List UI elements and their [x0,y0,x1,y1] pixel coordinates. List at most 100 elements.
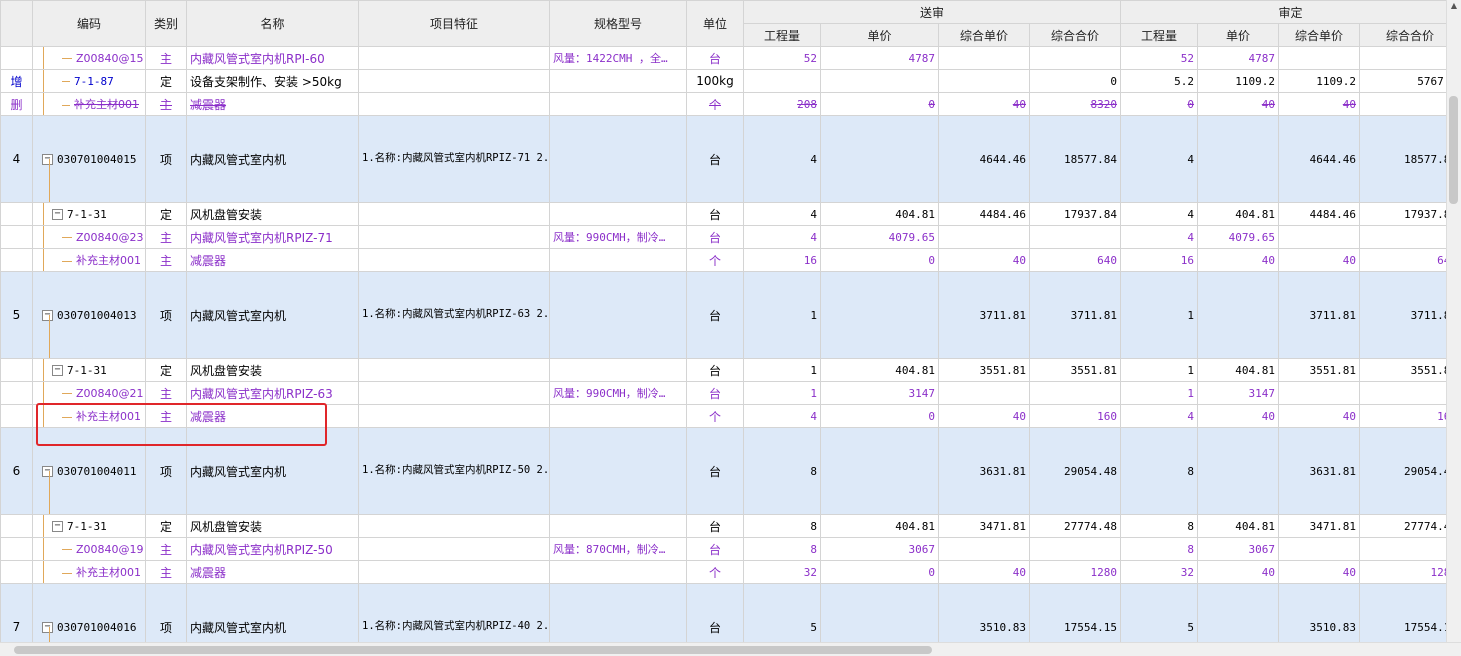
feature-cell[interactable] [358,225,550,249]
approved-price-cell[interactable]: 4787 [1197,46,1280,70]
name-cell[interactable]: 风机盘管安装 [186,202,359,226]
approved-sum-total-cell[interactable]: 1280 [1359,560,1447,584]
submitted-sum-total-cell[interactable]: 17554.15 [1028,583,1122,643]
submitted-qty-cell[interactable]: 208 [743,92,821,116]
unit-cell[interactable]: 个 [686,404,744,428]
submitted-unit-total-cell[interactable]: 3631.81 [938,427,1030,515]
code-cell[interactable]: 补充主材001 [32,92,146,116]
submitted-qty-cell[interactable]: 1 [743,381,821,405]
code-cell[interactable]: Z00840@21 [32,381,146,405]
type-cell[interactable]: 主 [145,560,187,584]
col-header-approved-qty[interactable]: 工程量 [1120,23,1199,47]
table-row[interactable]: 7−030701004016 项内藏风管式室内机 1.名称:内藏风管式室内机RPIZ… [0,583,1447,643]
approved-price-cell[interactable]: 3067 [1197,537,1280,561]
col-header-submitted-sum-total[interactable]: 综合合价 [1028,23,1122,47]
approved-price-cell[interactable]: 40 [1197,404,1280,428]
submitted-sum-total-cell[interactable]: 640 [1028,248,1122,272]
submitted-unit-total-cell[interactable] [938,381,1030,405]
collapse-toggle-icon[interactable]: − [52,209,63,220]
approved-sum-total-cell[interactable] [1359,92,1447,116]
submitted-qty-cell[interactable]: 4 [743,115,821,203]
collapse-toggle-icon[interactable]: − [52,365,63,376]
code-cell[interactable]: −030701004015 [32,115,146,203]
submitted-sum-total-cell[interactable]: 17937.84 [1028,202,1122,226]
approved-unit-total-cell[interactable] [1278,381,1361,405]
submitted-sum-total-cell[interactable] [1028,46,1122,70]
col-header-unit[interactable]: 单位 [686,0,744,47]
code-cell[interactable]: 补充主材001 [32,248,146,272]
row-number-cell[interactable]: 4 [0,115,33,203]
approved-price-cell[interactable]: 40 [1197,560,1280,584]
submitted-unit-total-cell[interactable] [938,537,1030,561]
approved-price-cell[interactable]: 4079.65 [1197,225,1280,249]
approved-qty-cell[interactable]: 1 [1120,271,1199,359]
code-cell[interactable]: −030701004016 [32,583,146,643]
spec-cell[interactable] [549,115,687,203]
approved-price-cell[interactable]: 3147 [1197,381,1280,405]
approved-sum-total-cell[interactable] [1359,225,1447,249]
unit-cell[interactable]: 台 [686,358,744,382]
table-row[interactable]: Z00840@19 主内藏风管式室内机RPIZ-50 风量：870CMH，制冷… 台 8… [0,537,1447,561]
type-cell[interactable]: 项 [145,583,187,643]
unit-cell[interactable]: 台 [686,46,744,70]
name-cell[interactable]: 内藏风管式室内机RPI-60 [186,46,359,70]
type-cell[interactable]: 主 [145,537,187,561]
submitted-price-cell[interactable]: 0 [820,92,939,116]
feature-cell[interactable] [358,202,550,226]
unit-cell[interactable]: 个 [686,92,744,116]
col-header-rowno[interactable] [0,0,33,47]
submitted-unit-total-cell[interactable] [938,46,1030,70]
type-cell[interactable]: 主 [145,92,187,116]
feature-cell[interactable]: 1.名称:内藏风管式室内机RPIZ-63 2.型号:RPIZ-63FSLN3Q/… [358,271,550,359]
unit-cell[interactable]: 个 [686,560,744,584]
spec-cell[interactable] [549,427,687,515]
approved-sum-total-cell[interactable]: 5767.8 [1359,69,1447,93]
spec-cell[interactable]: 风量：1422CMH ，全… [549,46,687,70]
row-number-cell[interactable]: 增 [0,69,33,93]
approved-qty-cell[interactable]: 52 [1120,46,1199,70]
approved-qty-cell[interactable]: 0 [1120,92,1199,116]
submitted-price-cell[interactable] [820,427,939,515]
col-header-submitted-qty[interactable]: 工程量 [743,23,821,47]
approved-qty-cell[interactable]: 5 [1120,583,1199,643]
approved-unit-total-cell[interactable]: 3711.81 [1278,271,1361,359]
table-row[interactable]: Z00840@23 主内藏风管式室内机RPIZ-71 风量：990CMH，制冷… 台 4… [0,225,1447,249]
row-number-cell[interactable] [0,404,33,428]
submitted-price-cell[interactable] [820,115,939,203]
submitted-price-cell[interactable]: 3147 [820,381,939,405]
submitted-qty-cell[interactable]: 8 [743,427,821,515]
name-cell[interactable]: 风机盘管安装 [186,514,359,538]
unit-cell[interactable]: 台 [686,271,744,359]
code-cell[interactable]: Z00840@23 [32,225,146,249]
submitted-sum-total-cell[interactable]: 8320 [1028,92,1122,116]
approved-qty-cell[interactable]: 8 [1120,427,1199,515]
approved-unit-total-cell[interactable]: 4484.46 [1278,202,1361,226]
submitted-unit-total-cell[interactable]: 3711.81 [938,271,1030,359]
submitted-qty-cell[interactable]: 4 [743,225,821,249]
submitted-unit-total-cell[interactable]: 40 [938,248,1030,272]
submitted-price-cell[interactable]: 0 [820,248,939,272]
submitted-qty-cell[interactable]: 8 [743,514,821,538]
submitted-unit-total-cell[interactable]: 40 [938,560,1030,584]
type-cell[interactable]: 项 [145,271,187,359]
name-cell[interactable]: 减震器 [186,404,359,428]
approved-qty-cell[interactable]: 4 [1120,404,1199,428]
spec-cell[interactable] [549,69,687,93]
col-header-spec[interactable]: 规格型号 [549,0,687,47]
col-header-submitted-price[interactable]: 单价 [820,23,939,47]
approved-sum-total-cell[interactable]: 29054.48 [1359,427,1447,515]
unit-cell[interactable]: 100kg [686,69,744,93]
submitted-price-cell[interactable]: 0 [820,404,939,428]
feature-cell[interactable] [358,404,550,428]
table-row[interactable]: −7-1-31 定风机盘管安装台 1 404.81 3551.81 3551.81 1 404… [0,358,1447,382]
approved-sum-total-cell[interactable]: 3711.81 [1359,271,1447,359]
name-cell[interactable]: 内藏风管式室内机 [186,271,359,359]
approved-unit-total-cell[interactable]: 3471.81 [1278,514,1361,538]
submitted-unit-total-cell[interactable]: 4644.46 [938,115,1030,203]
submitted-price-cell[interactable]: 3067 [820,537,939,561]
col-header-approved-unit-total[interactable]: 综合单价 [1278,23,1361,47]
code-cell[interactable]: −7-1-31 [32,358,146,382]
feature-cell[interactable] [358,514,550,538]
name-cell[interactable]: 风机盘管安装 [186,358,359,382]
unit-cell[interactable]: 台 [686,583,744,643]
